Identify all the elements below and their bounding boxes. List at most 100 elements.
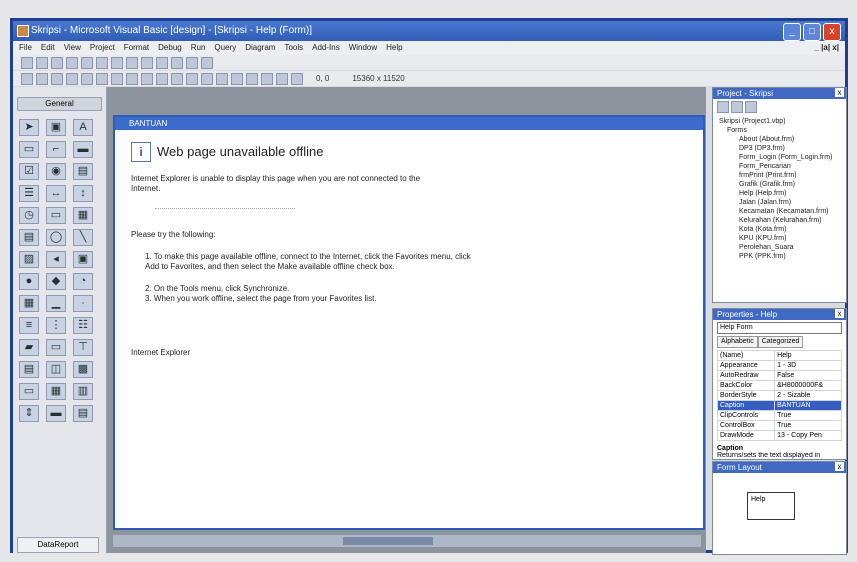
property-value[interactable]: False bbox=[774, 370, 842, 381]
statusbar-tool-icon[interactable]: ▤ bbox=[19, 361, 39, 378]
close-button[interactable]: x bbox=[823, 23, 841, 41]
toolbar-icon[interactable] bbox=[36, 56, 48, 69]
frame-tool-icon[interactable]: ⌐ bbox=[46, 141, 66, 158]
property-value[interactable]: Help bbox=[774, 350, 842, 361]
start-icon[interactable] bbox=[186, 72, 198, 85]
tree-item[interactable]: About (About.frm) bbox=[719, 135, 840, 144]
open-icon[interactable] bbox=[66, 72, 78, 85]
table-row-selected[interactable]: Caption BANTUAN bbox=[716, 400, 842, 411]
table-row[interactable]: AutoRedraw False bbox=[716, 370, 842, 381]
blank-tool-icon[interactable]: · bbox=[73, 295, 93, 312]
pointer-tool-icon[interactable]: ➤ bbox=[19, 119, 39, 136]
coolbar-tool-icon[interactable]: ▬ bbox=[46, 405, 66, 422]
tree-item[interactable]: DP3 (DP3.frm) bbox=[719, 144, 840, 153]
minimize-button[interactable]: _ bbox=[783, 23, 801, 41]
menu-edit[interactable]: Edit bbox=[41, 41, 55, 55]
redo-icon[interactable] bbox=[171, 72, 183, 85]
calendar-tool-icon[interactable]: ▦ bbox=[46, 383, 66, 400]
toolbar-icon[interactable] bbox=[111, 56, 123, 69]
undo-icon[interactable] bbox=[156, 72, 168, 85]
scroll-thumb[interactable] bbox=[343, 537, 433, 545]
table-row[interactable]: DrawMode 13 - Copy Pen bbox=[716, 430, 842, 441]
picturebox-tool-icon[interactable]: ▣ bbox=[46, 119, 66, 136]
add-project-icon[interactable] bbox=[21, 72, 33, 85]
table-row[interactable]: (Name) Help bbox=[716, 350, 842, 361]
imagelist-tool-icon[interactable]: ▩ bbox=[73, 361, 93, 378]
checkbox-tool-icon[interactable]: ☑ bbox=[19, 163, 39, 180]
save-icon[interactable] bbox=[81, 72, 93, 85]
textbox-tool-icon[interactable]: ▭ bbox=[19, 141, 39, 158]
close-icon[interactable]: x bbox=[835, 309, 844, 318]
data-tool-icon[interactable]: ◂ bbox=[46, 251, 66, 268]
tree-item[interactable]: Perolehan_Suara bbox=[719, 243, 840, 252]
layout-form-preview[interactable]: Help bbox=[747, 492, 795, 520]
tree-item[interactable]: frmPrint (Print.frm) bbox=[719, 171, 840, 180]
menu-tools[interactable]: Tools bbox=[284, 41, 303, 55]
table-row[interactable]: Appearance 1 - 3D bbox=[716, 360, 842, 371]
property-value[interactable]: 2 - Sizable bbox=[774, 390, 842, 401]
drivelistbox-tool-icon[interactable]: ▭ bbox=[46, 207, 66, 224]
property-value[interactable]: True bbox=[774, 410, 842, 421]
menu-file[interactable]: File bbox=[19, 41, 32, 55]
tabstrip-tool-icon[interactable]: ⊤ bbox=[73, 339, 93, 356]
image-tool-icon[interactable]: ▨ bbox=[19, 251, 39, 268]
menu-debug[interactable]: Debug bbox=[158, 41, 182, 55]
menu-diagram[interactable]: Diagram bbox=[245, 41, 275, 55]
toolbox-header[interactable]: General bbox=[17, 97, 102, 111]
menu-window[interactable]: Window bbox=[349, 41, 377, 55]
animation-tool-icon[interactable]: ▥ bbox=[73, 383, 93, 400]
slider-tool-icon[interactable]: ◫ bbox=[46, 361, 66, 378]
close-icon[interactable]: x bbox=[835, 88, 844, 97]
project-explorer-icon[interactable] bbox=[231, 72, 243, 85]
dtpicker-tool-icon[interactable]: ▤ bbox=[73, 405, 93, 422]
flexgrid-tool-icon[interactable]: ≡ bbox=[19, 317, 39, 334]
toolbar-icon[interactable] bbox=[186, 56, 198, 69]
menu-format[interactable]: Format bbox=[124, 41, 149, 55]
property-value[interactable]: BANTUAN bbox=[774, 400, 842, 411]
menu-editor-icon[interactable] bbox=[51, 72, 63, 85]
menu-query[interactable]: Query bbox=[214, 41, 236, 55]
tree-item[interactable]: Grafik (Grafik.frm) bbox=[719, 180, 840, 189]
toolbar-icon[interactable] bbox=[171, 56, 183, 69]
tree-item[interactable]: Form_Pencarian bbox=[719, 162, 840, 171]
vscrollbar-tool-icon[interactable]: ↕ bbox=[73, 185, 93, 202]
properties-window-icon[interactable] bbox=[246, 72, 258, 85]
tree-item[interactable]: Kecamatan (Kecamatan.frm) bbox=[719, 207, 840, 216]
mschart-tool-icon[interactable]: ▁ bbox=[46, 295, 66, 312]
table-row[interactable]: BackColor &H8000000F& bbox=[716, 380, 842, 391]
commandbutton-tool-icon[interactable]: ▬ bbox=[73, 141, 93, 158]
mdi-window-controls[interactable]: _ |a| x| bbox=[814, 41, 839, 55]
toolbar-icon[interactable] bbox=[21, 56, 33, 69]
toolbar-tool-icon[interactable]: ▭ bbox=[46, 339, 66, 356]
object-combo[interactable]: Help Form bbox=[717, 322, 842, 334]
tree-item[interactable]: KPU (KPU.frm) bbox=[719, 234, 840, 243]
listview-tool-icon[interactable]: ☷ bbox=[73, 317, 93, 334]
toolbox-tab-datareport[interactable]: DataReport bbox=[17, 537, 99, 553]
timer-tool-icon[interactable]: ◷ bbox=[19, 207, 39, 224]
hscrollbar-tool-icon[interactable]: ↔ bbox=[46, 185, 66, 202]
view-object-icon[interactable] bbox=[731, 101, 743, 113]
copy-icon[interactable] bbox=[111, 72, 123, 85]
richtext-tool-icon[interactable]: ▭ bbox=[19, 383, 39, 400]
view-code-icon[interactable] bbox=[717, 101, 729, 113]
treeview-tool-icon[interactable]: ⋮ bbox=[46, 317, 66, 334]
tree-item[interactable]: Jalan (Jalan.frm) bbox=[719, 198, 840, 207]
combobox-tool-icon[interactable]: ▤ bbox=[73, 163, 93, 180]
updown-tool-icon[interactable]: ⇕ bbox=[19, 405, 39, 422]
add-form-icon[interactable] bbox=[36, 72, 48, 85]
toolbar-icon[interactable] bbox=[201, 56, 213, 69]
toolbar-icon[interactable] bbox=[81, 56, 93, 69]
paste-icon[interactable] bbox=[126, 72, 138, 85]
find-icon[interactable] bbox=[141, 72, 153, 85]
menu-project[interactable]: Project bbox=[90, 41, 115, 55]
toolbar-icon[interactable] bbox=[66, 56, 78, 69]
chart-tool-icon[interactable]: ◔ bbox=[73, 273, 93, 290]
filelistbox-tool-icon[interactable]: ▤ bbox=[19, 229, 39, 246]
end-icon[interactable] bbox=[216, 72, 228, 85]
menu-help[interactable]: Help bbox=[386, 41, 402, 55]
mdi-hscrollbar[interactable] bbox=[113, 535, 701, 547]
menu-run[interactable]: Run bbox=[191, 41, 206, 55]
label-tool-icon[interactable]: A bbox=[73, 119, 93, 136]
toolbar-icon[interactable] bbox=[126, 56, 138, 69]
property-value[interactable]: 1 - 3D bbox=[774, 360, 842, 371]
